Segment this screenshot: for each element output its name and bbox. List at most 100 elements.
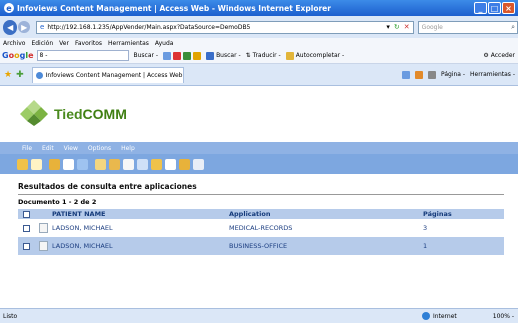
cell-patient-name: LADSON, MICHAEL [52,242,113,250]
document-icon[interactable] [31,158,42,170]
tiedcomm-logo-text: TiedCOMM [54,106,127,122]
google-buscar2-label: Buscar - [216,52,241,59]
app-menu-bar: File Edit View Options Help [0,142,518,154]
app-header: TiedCOMM [0,87,518,142]
app-menu-edit[interactable]: Edit [42,145,54,152]
divider [18,194,504,195]
results-title: Resultados de consulta entre aplicacione… [18,182,197,191]
lock-icon[interactable] [95,158,106,170]
close-button[interactable]: × [502,2,515,14]
google-acceder-label: Acceder [490,52,515,59]
favorites-star-icon[interactable]: ★ [4,70,12,80]
table-row[interactable]: LADSON, MICHAEL BUSINESS-OFFICE 1 [18,237,504,255]
export-icon[interactable] [151,158,162,170]
user-group-icon[interactable] [109,158,120,170]
menu-ver[interactable]: Ver [59,40,69,47]
page-icon[interactable] [63,158,74,170]
google-autocompletar-label: Autocompletar - [295,52,345,59]
logo-part2: COMM [82,106,127,122]
app-menu-view[interactable]: View [64,145,78,152]
menu-edicion[interactable]: Edición [31,40,53,47]
user-icon[interactable] [17,158,28,170]
address-bar-row: ◀ ▶ e http://192.168.1.235/AppVender/Mai… [0,16,518,38]
search-input[interactable]: Google ⌕ [417,20,518,34]
scan-icon[interactable] [137,158,148,170]
google-search-input[interactable]: 8 - [36,50,129,61]
table-header: PATIENT NAME Application Páginas [18,209,504,219]
refresh-icon[interactable]: ↻ [394,23,400,31]
select-all-checkbox[interactable] [18,210,34,218]
document-icon[interactable] [34,241,52,251]
cell-pages: 3 [423,224,428,232]
pagina-menu[interactable]: Página - [441,71,465,78]
tab-bar: ★ ✚ Infoviews Content Management | Acces… [0,64,518,86]
app-menu-help[interactable]: Help [121,145,135,152]
google-logo: Google [2,51,34,60]
notes-icon[interactable] [123,158,134,170]
address-input[interactable]: e http://192.168.1.235/AppVender/Main.as… [36,20,414,34]
ie-logo-icon: e [4,3,14,13]
search-icon[interactable]: ⌕ [511,23,515,32]
attach-icon[interactable] [179,158,190,170]
address-actions: ▾ ↻ ✕ [386,23,412,31]
feeds-icon[interactable] [414,70,423,79]
print-icon[interactable] [165,158,176,170]
translate-icon: ⇅ [245,52,251,59]
column-header-application[interactable]: Application [229,210,423,218]
google-traducir-button[interactable]: ⇅ Traducir - [246,52,281,59]
stop-icon[interactable]: ✕ [404,23,410,31]
google-buscar-button[interactable]: Buscar - [134,52,159,59]
cell-patient-name: LADSON, MICHAEL [52,224,113,232]
image-icon[interactable] [77,158,88,170]
page-icon: e [40,23,45,31]
column-header-pages[interactable]: Páginas [423,210,504,218]
menu-archivo[interactable]: Archivo [3,40,25,47]
google-buscar-label: Buscar - [133,52,159,59]
settings-icon[interactable]: ⚙ [483,52,488,59]
search-icon[interactable] [163,51,172,60]
browser-tab[interactable]: Infoviews Content Management | Access We… [31,66,184,83]
google-buscar2-button[interactable]: Buscar - [206,51,241,60]
magnifier-icon [206,51,215,60]
document-count: Documento 1 - 2 de 2 [18,198,97,206]
menu-herramientas[interactable]: Herramientas [108,40,149,47]
google-acceder-button[interactable]: ⚙ Acceder [483,52,515,59]
document-icon[interactable] [34,223,52,233]
tab-favicon [35,71,43,79]
menu-ayuda[interactable]: Ayuda [155,40,174,47]
row-checkbox[interactable] [18,242,34,250]
bookmark-icon[interactable] [193,51,202,60]
app-menu-options[interactable]: Options [88,145,111,152]
forward-button[interactable]: ▶ [18,21,30,33]
minimize-button[interactable]: _ [474,2,487,14]
window-controls: _ □ × [474,2,515,14]
add-favorites-icon[interactable]: ✚ [16,70,24,80]
maximize-button[interactable]: □ [488,2,501,14]
tiedcomm-logo-icon [20,100,48,126]
back-button[interactable]: ◀ [3,19,18,35]
cell-application: MEDICAL-RECORDS [229,224,293,232]
calendar-icon[interactable] [183,51,192,60]
logo-part1: Tied [54,106,83,122]
menu-favoritos[interactable]: Favoritos [75,40,102,47]
status-bar: Listo Internet 100% - [0,308,518,323]
globe-icon [421,312,430,320]
print-icon[interactable] [427,70,436,79]
row-checkbox[interactable] [18,224,34,232]
home-icon[interactable] [401,70,410,79]
google-autocompletar-button[interactable]: Autocompletar - [285,51,345,60]
gmail-icon[interactable] [173,51,182,60]
herramientas-menu[interactable]: Herramientas - [470,71,515,78]
zoom-control[interactable]: 100% - [493,313,514,320]
app-menu-file[interactable]: File [22,145,32,152]
window-title: Infoviews Content Management | Access We… [17,3,331,13]
google-tools-group[interactable] [163,51,202,60]
google-toolbar: Google 8 - Buscar - Buscar - ⇅ Traducir -… [0,48,518,64]
command-bar: Página - Herramientas - [401,70,515,79]
folder-icon[interactable] [49,158,60,170]
security-zone: Internet [421,312,457,320]
refresh-icon[interactable] [193,158,204,170]
dropdown-icon[interactable]: ▾ [386,23,390,31]
table-row[interactable]: LADSON, MICHAEL MEDICAL-RECORDS 3 [18,219,504,237]
column-header-patient-name[interactable]: PATIENT NAME [52,210,229,218]
